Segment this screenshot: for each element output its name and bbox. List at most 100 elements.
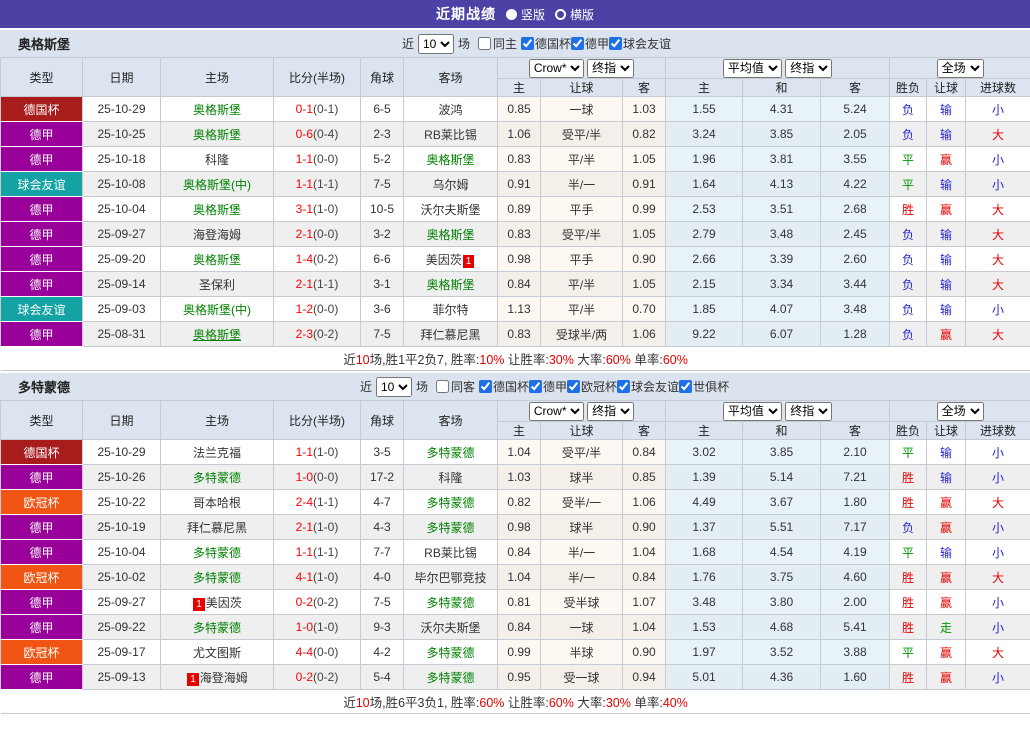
final-odds-select-2[interactable]: 终指 bbox=[785, 401, 833, 421]
league-checkbox[interactable] bbox=[521, 36, 535, 50]
league-filter[interactable]: 球会友谊 bbox=[617, 378, 679, 395]
away-team[interactable]: 多特蒙德 bbox=[426, 446, 474, 460]
same-venue-checkbox[interactable] bbox=[435, 380, 449, 393]
away-team[interactable]: 奥格斯堡 bbox=[426, 278, 474, 292]
league-checkbox[interactable] bbox=[479, 379, 493, 393]
scope-select[interactable]: 全场 bbox=[936, 401, 984, 421]
home-team-cell: 多特蒙德 bbox=[160, 614, 274, 640]
col-avg-away: 客 bbox=[820, 78, 891, 97]
home-team[interactable]: 多特蒙德 bbox=[193, 621, 241, 635]
avg-home: 2.66 bbox=[665, 246, 744, 272]
match-date: 25-09-22 bbox=[82, 614, 161, 640]
away-team-cell: 多特蒙德 bbox=[403, 664, 498, 690]
half-score: (0-1) bbox=[313, 102, 339, 116]
handicap-result: 输 bbox=[926, 246, 967, 272]
league-checkbox[interactable] bbox=[617, 379, 631, 393]
home-team[interactable]: 奥格斯堡 bbox=[193, 328, 241, 342]
odds-provider-select[interactable]: Crow* bbox=[528, 58, 584, 78]
handicap-line: 受半球 bbox=[540, 589, 623, 615]
home-team[interactable]: 奥格斯堡 bbox=[193, 128, 241, 142]
full-score: 2-1 bbox=[295, 277, 313, 291]
final-odds-select[interactable]: 终指 bbox=[587, 58, 635, 78]
col-date: 日期 bbox=[82, 400, 161, 440]
away-team[interactable]: 多特蒙德 bbox=[426, 646, 474, 660]
final-odds-select[interactable]: 终指 bbox=[587, 401, 635, 421]
handicap-line: 受半/一 bbox=[540, 489, 623, 515]
odds-home: 0.99 bbox=[497, 639, 541, 665]
away-team[interactable]: 奥格斯堡 bbox=[426, 153, 474, 167]
corner-score: 9-3 bbox=[360, 614, 404, 640]
home-team-cell: 尤文图斯 bbox=[160, 639, 274, 665]
league-filter[interactable]: 欧冠杯 bbox=[567, 378, 617, 395]
league-checkbox[interactable] bbox=[529, 379, 543, 393]
match-type: 欧冠杯 bbox=[0, 489, 83, 515]
league-checkbox[interactable] bbox=[571, 36, 585, 50]
radio-selected-icon[interactable] bbox=[505, 8, 517, 20]
league-filter[interactable]: 德国杯 bbox=[521, 35, 571, 52]
handicap-line: 平/半 bbox=[540, 296, 623, 322]
same-venue-checkbox[interactable] bbox=[478, 37, 492, 50]
away-team[interactable]: 多特蒙德 bbox=[426, 521, 474, 535]
home-team[interactable]: 多特蒙德 bbox=[193, 571, 241, 585]
league-label: 球会友谊 bbox=[623, 36, 672, 51]
handicap-line: 一球 bbox=[540, 96, 623, 122]
score-cell: 0-2(0-2) bbox=[273, 664, 361, 690]
home-team[interactable]: 多特蒙德 bbox=[193, 471, 241, 485]
radio-unselected-icon[interactable] bbox=[555, 8, 566, 20]
odds-provider-select[interactable]: Crow* bbox=[528, 401, 584, 421]
half-score: (0-2) bbox=[313, 670, 339, 684]
corner-score: 6-5 bbox=[360, 96, 404, 122]
away-team-cell: 拜仁慕尼黑 bbox=[403, 321, 498, 347]
result: 平 bbox=[889, 146, 928, 172]
same-venue-filter[interactable]: 同客 bbox=[432, 378, 475, 395]
league-filter[interactable]: 球会友谊 bbox=[609, 35, 671, 52]
half-score: (0-0) bbox=[313, 470, 339, 484]
same-venue-filter[interactable]: 同主 bbox=[474, 35, 517, 52]
table-row: 德甲 25-09-13 1 海登海姆 0-2(0-2) 5-4 多特蒙德 0.95 受一球 0.9… bbox=[0, 664, 1030, 690]
home-team[interactable]: 奥格斯堡 bbox=[193, 253, 241, 267]
home-team[interactable]: 多特蒙德 bbox=[193, 546, 241, 560]
league-checkbox[interactable] bbox=[609, 36, 623, 50]
match-count-select[interactable]: 10 bbox=[375, 376, 412, 397]
match-type: 德甲 bbox=[0, 464, 83, 490]
home-team[interactable]: 奥格斯堡(中) bbox=[183, 303, 251, 317]
goals-result: 大 bbox=[965, 321, 1030, 347]
score-cell: 2-1(1-0) bbox=[273, 514, 361, 540]
league-filter[interactable]: 德国杯 bbox=[479, 378, 529, 395]
away-team-cell: 奥格斯堡 bbox=[403, 271, 498, 297]
league-checkbox[interactable] bbox=[679, 379, 693, 393]
home-team[interactable]: 奥格斯堡 bbox=[193, 203, 241, 217]
final-odds-select-2[interactable]: 终指 bbox=[785, 58, 833, 78]
league-filter[interactable]: 世俱杯 bbox=[679, 378, 729, 395]
col-odds-home: 主 bbox=[497, 78, 541, 97]
away-team[interactable]: 多特蒙德 bbox=[426, 496, 474, 510]
handicap-result: 赢 bbox=[926, 639, 967, 665]
away-team[interactable]: 多特蒙德 bbox=[426, 671, 474, 685]
home-team[interactable]: 奥格斯堡 bbox=[193, 103, 241, 117]
table-row: 德甲 25-10-26 多特蒙德 1-0(0-0) 17-2 科隆 1.03 球半 0.85 1.… bbox=[0, 464, 1030, 490]
league-checkbox[interactable] bbox=[567, 379, 581, 393]
handicap-result: 输 bbox=[926, 439, 967, 465]
home-team[interactable]: 奥格斯堡(中) bbox=[183, 178, 251, 192]
avg-odds-select[interactable]: 平均值 bbox=[722, 401, 782, 421]
home-team-cell: 奥格斯堡(中) bbox=[160, 296, 274, 322]
league-filter[interactable]: 德甲 bbox=[529, 378, 567, 395]
handicap-result: 输 bbox=[926, 271, 967, 297]
avg-away: 2.45 bbox=[820, 221, 891, 247]
scope-select[interactable]: 全场 bbox=[936, 58, 984, 78]
layout-option-horizontal[interactable]: 横版 bbox=[555, 6, 594, 23]
avg-draw: 6.07 bbox=[742, 321, 822, 347]
away-team[interactable]: 多特蒙德 bbox=[426, 596, 474, 610]
result: 胜 bbox=[889, 664, 928, 690]
odds-home: 1.04 bbox=[497, 564, 541, 590]
matches-table: 类型 日期 主场 比分(半场) 角球 客场 Crow* 终指 平均值 终指 全场 bbox=[0, 57, 1030, 371]
avg-odds-select[interactable]: 平均值 bbox=[722, 58, 782, 78]
match-count-select[interactable]: 10 bbox=[417, 33, 454, 54]
handicap-result: 赢 bbox=[926, 514, 967, 540]
near-label: 近 bbox=[401, 37, 414, 51]
away-team[interactable]: 奥格斯堡 bbox=[426, 228, 474, 242]
league-label: 世俱杯 bbox=[693, 379, 730, 394]
league-filter[interactable]: 德甲 bbox=[571, 35, 609, 52]
summary-part: 10 bbox=[355, 696, 370, 710]
layout-option-vertical[interactable]: 竖版 bbox=[505, 6, 545, 23]
